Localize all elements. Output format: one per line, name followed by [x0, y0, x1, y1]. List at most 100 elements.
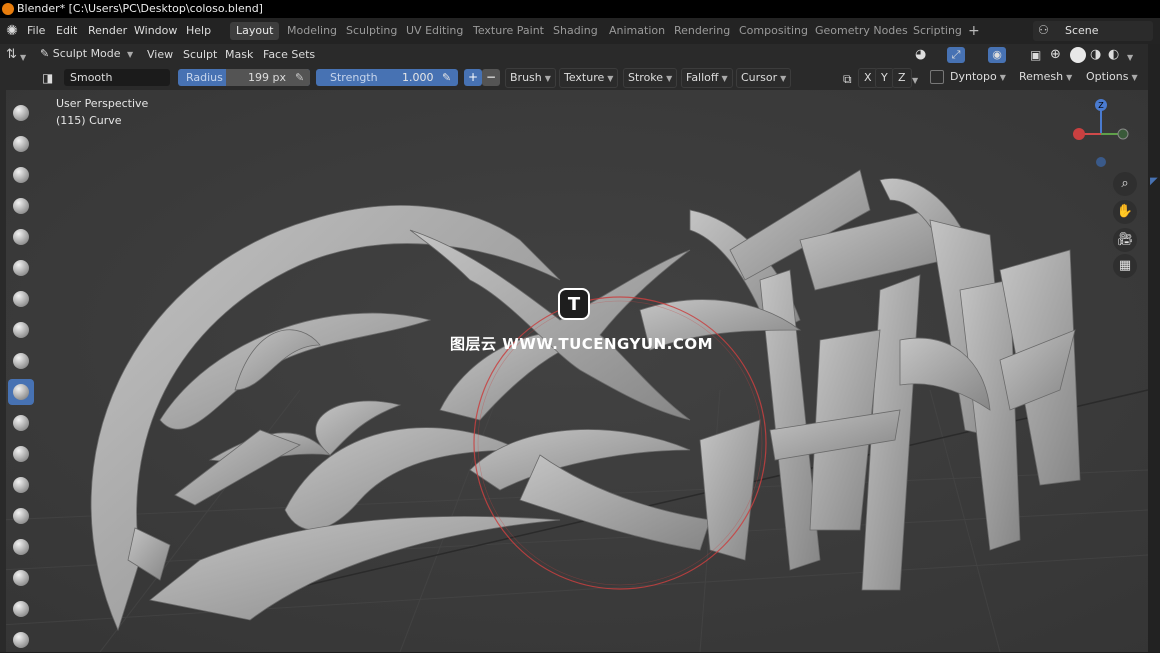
camera-icon[interactable]: 🎥︎ [1113, 228, 1137, 252]
brush-name-field[interactable]: Smooth [64, 69, 170, 86]
pinch-tool[interactable] [8, 534, 34, 560]
menu-edit[interactable]: Edit [56, 23, 77, 39]
tab-animation[interactable]: Animation [603, 22, 671, 40]
falloff-dropdown-label: Falloff [686, 71, 719, 84]
symmetry-icon: ⧉ [843, 72, 852, 86]
remesh-dropdown[interactable]: Remesh ▼ [1015, 68, 1076, 86]
texture-dropdown[interactable]: Texture ▼ [559, 68, 619, 88]
3d-viewport[interactable]: User Perspective (115) Curve Z ⌕ ✋ 🎥︎ ▦ … [0, 90, 1148, 652]
blob-icon [13, 322, 29, 338]
zoom-icon[interactable]: ⌕ [1113, 172, 1137, 196]
brush-mode-icon: ✎ [40, 47, 50, 60]
clay-icon [13, 167, 29, 183]
mode-selector[interactable]: ✎ Sculpt Mode ▼ [36, 45, 137, 63]
layer-tool[interactable] [8, 255, 34, 281]
strength-field[interactable]: Strength 1.000 ✎ [316, 69, 458, 86]
cursor-dropdown[interactable]: Cursor ▼ [736, 68, 792, 88]
material-shading-icon[interactable]: ◑ [1090, 47, 1101, 63]
pressure-icon[interactable]: ✎ [295, 69, 304, 86]
snake-hook-tool[interactable] [8, 627, 34, 653]
chevron-down-icon[interactable]: ▼ [912, 73, 918, 89]
pressure-icon[interactable]: ✎ [442, 69, 451, 86]
rendered-shading-icon[interactable]: ◐ [1108, 47, 1119, 63]
viewport-header: ⇅ ▼ ✎ Sculpt Mode ▼ View Sculpt Mask Fac… [0, 44, 1160, 66]
multiplane-scrape-tool[interactable] [8, 503, 34, 529]
elastic-deform-tool[interactable] [8, 596, 34, 622]
clay-tool[interactable] [8, 162, 34, 188]
texture-dropdown-label: Texture [564, 71, 605, 84]
flatten-tool[interactable] [8, 410, 34, 436]
menu-view[interactable]: View [147, 47, 173, 63]
draw-sharp-tool[interactable] [8, 131, 34, 157]
visibility-icon[interactable]: ◕ [915, 47, 926, 63]
blob-tool[interactable] [8, 317, 34, 343]
smooth-tool[interactable] [8, 379, 34, 405]
chevron-down-icon: ▼ [127, 50, 134, 59]
radius-field[interactable]: Radius 199 px ✎ [178, 69, 310, 86]
clay-thumb-tool[interactable] [8, 224, 34, 250]
dyntopo-dropdown[interactable]: Dyntopo ▼ [946, 68, 1010, 86]
menu-window[interactable]: Window [134, 23, 177, 39]
dyntopo-checkbox[interactable] [930, 70, 944, 84]
view-name-label: User Perspective [56, 97, 149, 110]
tab-layout[interactable]: Layout [230, 22, 280, 40]
options-dropdown[interactable]: Options ▼ [1082, 68, 1142, 86]
gizmo-toggle-icon[interactable]: ⤢ [947, 47, 965, 63]
radius-label: Radius [186, 71, 223, 84]
tab-compositing[interactable]: Compositing [733, 22, 814, 40]
add-workspace-icon[interactable]: + [968, 23, 980, 39]
clay-strips-tool[interactable] [8, 193, 34, 219]
editor-type-icon[interactable]: ⇅ [6, 47, 17, 63]
stroke-dropdown[interactable]: Stroke ▼ [623, 68, 678, 88]
blender-menu-icon[interactable]: ✺ [4, 23, 20, 39]
tab-uv-editing[interactable]: UV Editing [400, 22, 469, 40]
scrape-tool[interactable] [8, 472, 34, 498]
inflate-tool[interactable] [8, 286, 34, 312]
tab-scripting[interactable]: Scripting [907, 22, 968, 40]
subtract-direction-button[interactable]: − [482, 69, 500, 86]
tab-rendering[interactable]: Rendering [668, 22, 736, 40]
crease-tool[interactable] [8, 348, 34, 374]
pinch-icon [13, 539, 29, 555]
gizmo-y-axis[interactable] [1117, 128, 1129, 140]
tab-sculpting[interactable]: Sculpting [340, 22, 403, 40]
navigation-gizmo[interactable]: Z [1072, 96, 1132, 176]
grab-tool[interactable] [8, 565, 34, 591]
perspective-grid-icon[interactable]: ▦ [1113, 254, 1137, 278]
menu-file[interactable]: File [27, 23, 45, 39]
solid-shading-icon[interactable] [1070, 47, 1086, 63]
wireframe-shading-icon[interactable]: ⊕ [1050, 47, 1061, 63]
sidebar-toggle-icon[interactable]: ◤ [1150, 176, 1158, 187]
cursor-dropdown-label: Cursor [741, 71, 778, 84]
menu-render[interactable]: Render [88, 23, 127, 39]
chevron-down-icon: ▼ [1066, 73, 1073, 82]
clay-strips-icon [13, 198, 29, 214]
tab-geometry-nodes[interactable]: Geometry Nodes [809, 22, 914, 40]
falloff-dropdown[interactable]: Falloff ▼ [681, 68, 733, 88]
remesh-label: Remesh [1019, 70, 1064, 83]
menu-face-sets[interactable]: Face Sets [263, 47, 315, 63]
chevron-down-icon: ▼ [20, 53, 27, 62]
add-direction-button[interactable]: + [464, 69, 482, 86]
tab-modeling[interactable]: Modeling [281, 22, 343, 40]
gizmo-x-axis[interactable] [1073, 128, 1085, 140]
menu-sculpt[interactable]: Sculpt [183, 47, 217, 63]
menu-mask[interactable]: Mask [225, 47, 253, 63]
tab-shading[interactable]: Shading [547, 22, 604, 40]
symmetry-y-toggle[interactable]: Y [875, 68, 894, 88]
draw-brush-tool[interactable] [8, 100, 34, 126]
brush-dropdown[interactable]: Brush ▼ [505, 68, 556, 88]
options-label: Options [1086, 70, 1129, 83]
overlay-toggle-icon[interactable]: ◉ [988, 47, 1006, 63]
gizmo-neg-z-axis[interactable] [1096, 157, 1106, 167]
menu-help[interactable]: Help [186, 23, 211, 39]
xray-icon[interactable]: ▣ [1030, 47, 1041, 63]
tab-texture-paint[interactable]: Texture Paint [467, 22, 550, 40]
fill-tool[interactable] [8, 441, 34, 467]
smooth-icon [13, 384, 29, 400]
stroke-dropdown-label: Stroke [628, 71, 664, 84]
chevron-down-icon[interactable]: ▼ [1127, 50, 1133, 66]
scene-selector[interactable]: ⚇ Scene [1033, 21, 1153, 41]
pan-hand-icon[interactable]: ✋ [1113, 200, 1137, 224]
symmetry-z-toggle[interactable]: Z [892, 68, 912, 88]
